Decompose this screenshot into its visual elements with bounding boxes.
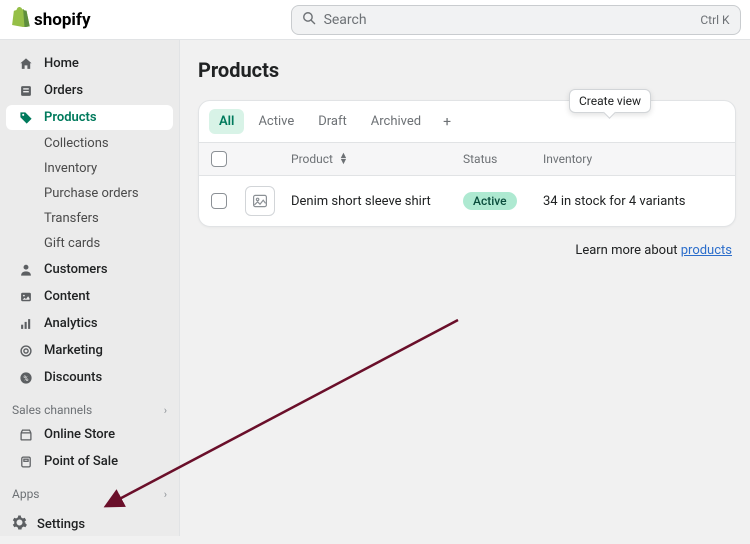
tab-archived[interactable]: Archived [361,109,431,134]
main-content: Products Create view All Active Draft Ar… [180,40,750,536]
product-thumbnail[interactable] [245,186,275,216]
nav-analytics[interactable]: Analytics [6,311,173,336]
chevron-right-icon: › [164,404,167,417]
col-header-product[interactable]: Product ▲▼ [291,152,463,166]
analytics-icon [18,317,34,331]
tab-all[interactable]: All [209,109,244,134]
discount-icon: % [18,371,34,385]
tab-active[interactable]: Active [248,109,304,134]
global-search[interactable]: Search Ctrl K [291,5,741,35]
search-shortcut: Ctrl K [700,13,729,27]
gear-icon [12,515,27,534]
tag-icon [18,111,34,125]
orders-icon [18,84,34,98]
view-tabs: All Active Draft Archived + [199,101,735,143]
home-icon [18,57,34,71]
add-view-button[interactable]: + [435,110,459,134]
table-row[interactable]: Denim short sleeve shirt Active 34 in st… [199,176,735,226]
nav-collections[interactable]: Collections [6,132,173,155]
section-apps[interactable]: Apps › [0,475,179,505]
pos-icon [18,455,34,469]
learn-more: Learn more about products [198,243,736,258]
brand-logo[interactable]: shopify [12,7,91,32]
sort-icon: ▲▼ [339,153,348,165]
image-icon [252,193,268,209]
section-sales-channels[interactable]: Sales channels › [0,391,179,421]
table-header: Product ▲▼ Status Inventory [199,143,735,176]
store-icon [18,428,34,442]
row-checkbox[interactable] [211,193,227,209]
shopify-bag-icon [12,7,30,32]
tab-draft[interactable]: Draft [308,109,357,134]
nav-point-of-sale[interactable]: Point of Sale [6,449,173,474]
nav-transfers[interactable]: Transfers [6,207,173,230]
learn-more-link[interactable]: products [681,243,732,258]
col-header-inventory[interactable]: Inventory [543,152,723,166]
nav-gift-cards[interactable]: Gift cards [6,232,173,255]
create-view-tooltip: Create view [569,89,651,113]
nav-settings[interactable]: Settings [0,505,179,544]
nav-home[interactable]: Home [6,51,173,76]
search-placeholder: Search [324,12,367,28]
nav-products[interactable]: Products [6,105,173,130]
nav-marketing[interactable]: Marketing [6,338,173,363]
brand-name: shopify [34,10,91,30]
nav-orders[interactable]: Orders [6,78,173,103]
plus-icon: + [443,114,451,130]
status-badge: Active [463,192,517,210]
person-icon [18,263,34,277]
nav-customers[interactable]: Customers [6,257,173,282]
products-card: Create view All Active Draft Archived + … [198,100,736,227]
target-icon [18,344,34,358]
search-icon [302,11,316,29]
nav-online-store[interactable]: Online Store [6,422,173,447]
svg-text:%: % [23,374,28,382]
nav-content[interactable]: Content [6,284,173,309]
sidebar: Home Orders Products Collections Invento… [0,40,180,536]
nav-discounts[interactable]: % Discounts [6,365,173,390]
content-icon [18,290,34,304]
col-header-status[interactable]: Status [463,152,543,166]
nav-purchase-orders[interactable]: Purchase orders [6,182,173,205]
chevron-right-icon: › [164,488,167,501]
select-all-checkbox[interactable] [211,151,227,167]
product-name-cell: Denim short sleeve shirt [291,194,463,209]
nav-inventory[interactable]: Inventory [6,157,173,180]
inventory-cell: 34 in stock for 4 variants [543,194,723,209]
page-title: Products [198,58,736,82]
